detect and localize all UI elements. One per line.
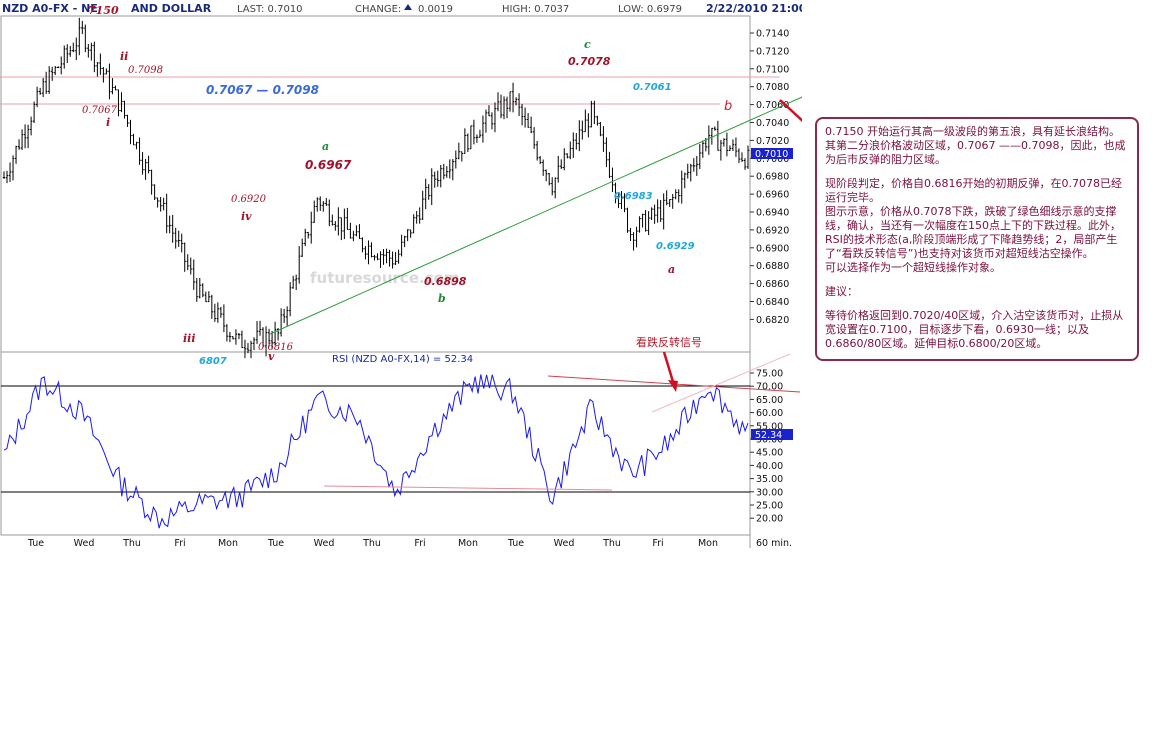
wave-b-red-label: b	[724, 99, 732, 114]
x-axis-label: Mon	[698, 538, 718, 549]
price-tick-label: 0.7020	[756, 136, 789, 147]
wave-v-label: v	[268, 350, 275, 363]
rsi-tick-label: 60.00	[756, 408, 783, 419]
price-tick-label: 0.7140	[756, 29, 789, 40]
wave-i-price: 0.7067	[82, 105, 118, 116]
wave-a-price: 0.6967	[305, 158, 352, 172]
price-tick-label: 0.7100	[756, 64, 789, 75]
price-panel-frame	[0, 15, 751, 353]
rsi-tick-label: 45.00	[756, 448, 783, 459]
rsi-title: RSI (NZD A0-FX,14) = 52.34	[332, 354, 473, 365]
wave-iv-label: iv	[241, 210, 252, 223]
price-tick-label: 0.6980	[756, 172, 789, 183]
x-axis-label: Wed	[554, 538, 575, 549]
price-tick-label: 0.6860	[756, 279, 789, 290]
rsi-tick-label: 75.00	[756, 369, 783, 380]
rsi-tick-label: 40.00	[756, 461, 783, 472]
analysis-note-box: 0.7150 开始运行其高一级波段的第五浪，具有延长浪结构。其第二分浪价格波动区…	[815, 117, 1139, 361]
price-tick-label: 0.6920	[756, 225, 789, 236]
rsi-support-line	[323, 485, 613, 491]
wave-iii-low: 6807	[199, 356, 227, 367]
wave-ii-label: ii	[120, 50, 128, 63]
header-last: LAST: 0.7010	[237, 4, 303, 15]
wave-v-price: 0.6816	[258, 342, 294, 353]
header-symbol: NZD A0-FX - NE	[2, 2, 98, 15]
rsi-last-badge-text: 52.34	[755, 430, 782, 441]
header-symbol-rest: AND DOLLAR	[131, 2, 212, 15]
x-axis-label: Thu	[122, 538, 141, 549]
note-paragraph-3: 图示示意，价格从0.7078下跌，跌破了绿色细线示意的支撑线，确认，当还有一次幅…	[825, 205, 1121, 260]
header-change-value: 0.0019	[418, 4, 453, 15]
header-datetime: 2/22/2010 21:00	[706, 2, 802, 15]
wave-ii-price: 0.7098	[128, 65, 163, 76]
header-low: LOW: 0.6979	[618, 4, 682, 15]
last-price-badge-text: 0.7010	[755, 149, 788, 160]
x-axis-label: Fri	[652, 538, 663, 549]
note-paragraph-4: 可以选择作为一个超短线操作对象。	[825, 261, 1001, 274]
chart-svg: NZD A0-FX - NE AND DOLLAR LAST: 0.7010 C…	[0, 0, 976, 549]
note-paragraph-1: 0.7150 开始运行其高一级波段的第五浪，具有延长浪结构。其第二分浪价格波动区…	[825, 125, 1126, 166]
x-axis-label: Tue	[27, 538, 44, 549]
rsi-line	[3, 374, 749, 529]
note-paragraph-6: 等待价格返回到0.7020/40区域，介入沽空该货币对，止损从宽设置在0.710…	[825, 309, 1124, 350]
x-axis-label: Tue	[507, 538, 524, 549]
price-tick-label: 0.6960	[756, 190, 789, 201]
price-tick-label: 0.6940	[756, 208, 789, 219]
resistance-zone-label: 0.7067 — 0.7098	[206, 83, 319, 97]
header-high: HIGH: 0.7037	[502, 4, 569, 15]
x-axis-label: 60 min.	[756, 538, 792, 549]
price-tick-label: 0.7080	[756, 82, 789, 93]
header-change-label: CHANGE:	[355, 4, 401, 15]
wave-7061-label: 0.7061	[633, 82, 672, 93]
x-axis-label: Mon	[458, 538, 478, 549]
note-paragraph-5: 建议：	[825, 285, 858, 298]
x-axis-label: Fri	[414, 538, 425, 549]
wave-a-green-label: a	[322, 140, 329, 153]
wave-b-green-label: b	[438, 292, 446, 305]
chart-root: NZD A0-FX - NE AND DOLLAR LAST: 0.7010 C…	[0, 0, 976, 552]
signal-arrow	[662, 351, 676, 386]
wave-b-price: 0.6898	[424, 275, 467, 288]
wave-6983-label: 0.6983	[614, 191, 653, 202]
x-axis-label: Fri	[174, 538, 185, 549]
x-axis-label: Wed	[314, 538, 335, 549]
price-tick-label: 0.6840	[756, 297, 789, 308]
price-bars	[2, 17, 750, 359]
price-tick-label: 0.6880	[756, 261, 789, 272]
rsi-tick-label: 25.00	[756, 501, 783, 512]
x-axis-labels: Tue Wed Thu Fri Mon Tue Wed Thu Fri Mon Tue Wed Thu F…	[27, 538, 792, 549]
x-axis-label: Mon	[218, 538, 238, 549]
price-tick-label: 0.6820	[756, 315, 789, 326]
price-tick-label: 0.6900	[756, 243, 789, 254]
rsi-tick-label: 20.00	[756, 514, 783, 525]
wave-c-green-label: c	[584, 38, 591, 51]
wave-6929-label: 0.6929	[656, 241, 695, 252]
wave-a-red-label: a	[668, 263, 675, 276]
rsi-axis-ticks: 75.0070.0065.0060.0055.0050.0045.0040.00…	[750, 369, 783, 525]
price-tick-label: 0.7040	[756, 118, 789, 129]
wave-c-price: 0.7078	[568, 55, 611, 68]
wave-top-price: 7150	[88, 4, 119, 17]
price-axis-ticks: 0.71400.71200.71000.70800.70600.70400.70…	[750, 29, 789, 326]
rsi-tick-label: 35.00	[756, 474, 783, 485]
wave-iii-label: iii	[183, 332, 196, 345]
rsi-panel-frame	[0, 351, 751, 536]
wave-iv-price: 0.6920	[231, 194, 267, 205]
signal-label: 看跌反转信号	[636, 335, 702, 349]
price-tick-label: 0.7120	[756, 46, 789, 57]
rsi-tick-label: 65.00	[756, 395, 783, 406]
note-paragraph-2: 现阶段判定，价格自0.6816开始的初期反弹，在0.7078已经运行完毕。	[825, 177, 1122, 204]
x-axis-label: Tue	[267, 538, 284, 549]
wave-i-label: i	[106, 116, 110, 129]
x-axis-label: Thu	[362, 538, 381, 549]
x-axis-label: Wed	[74, 538, 95, 549]
rsi-tick-label: 30.00	[756, 487, 783, 498]
x-axis-label: Thu	[602, 538, 621, 549]
